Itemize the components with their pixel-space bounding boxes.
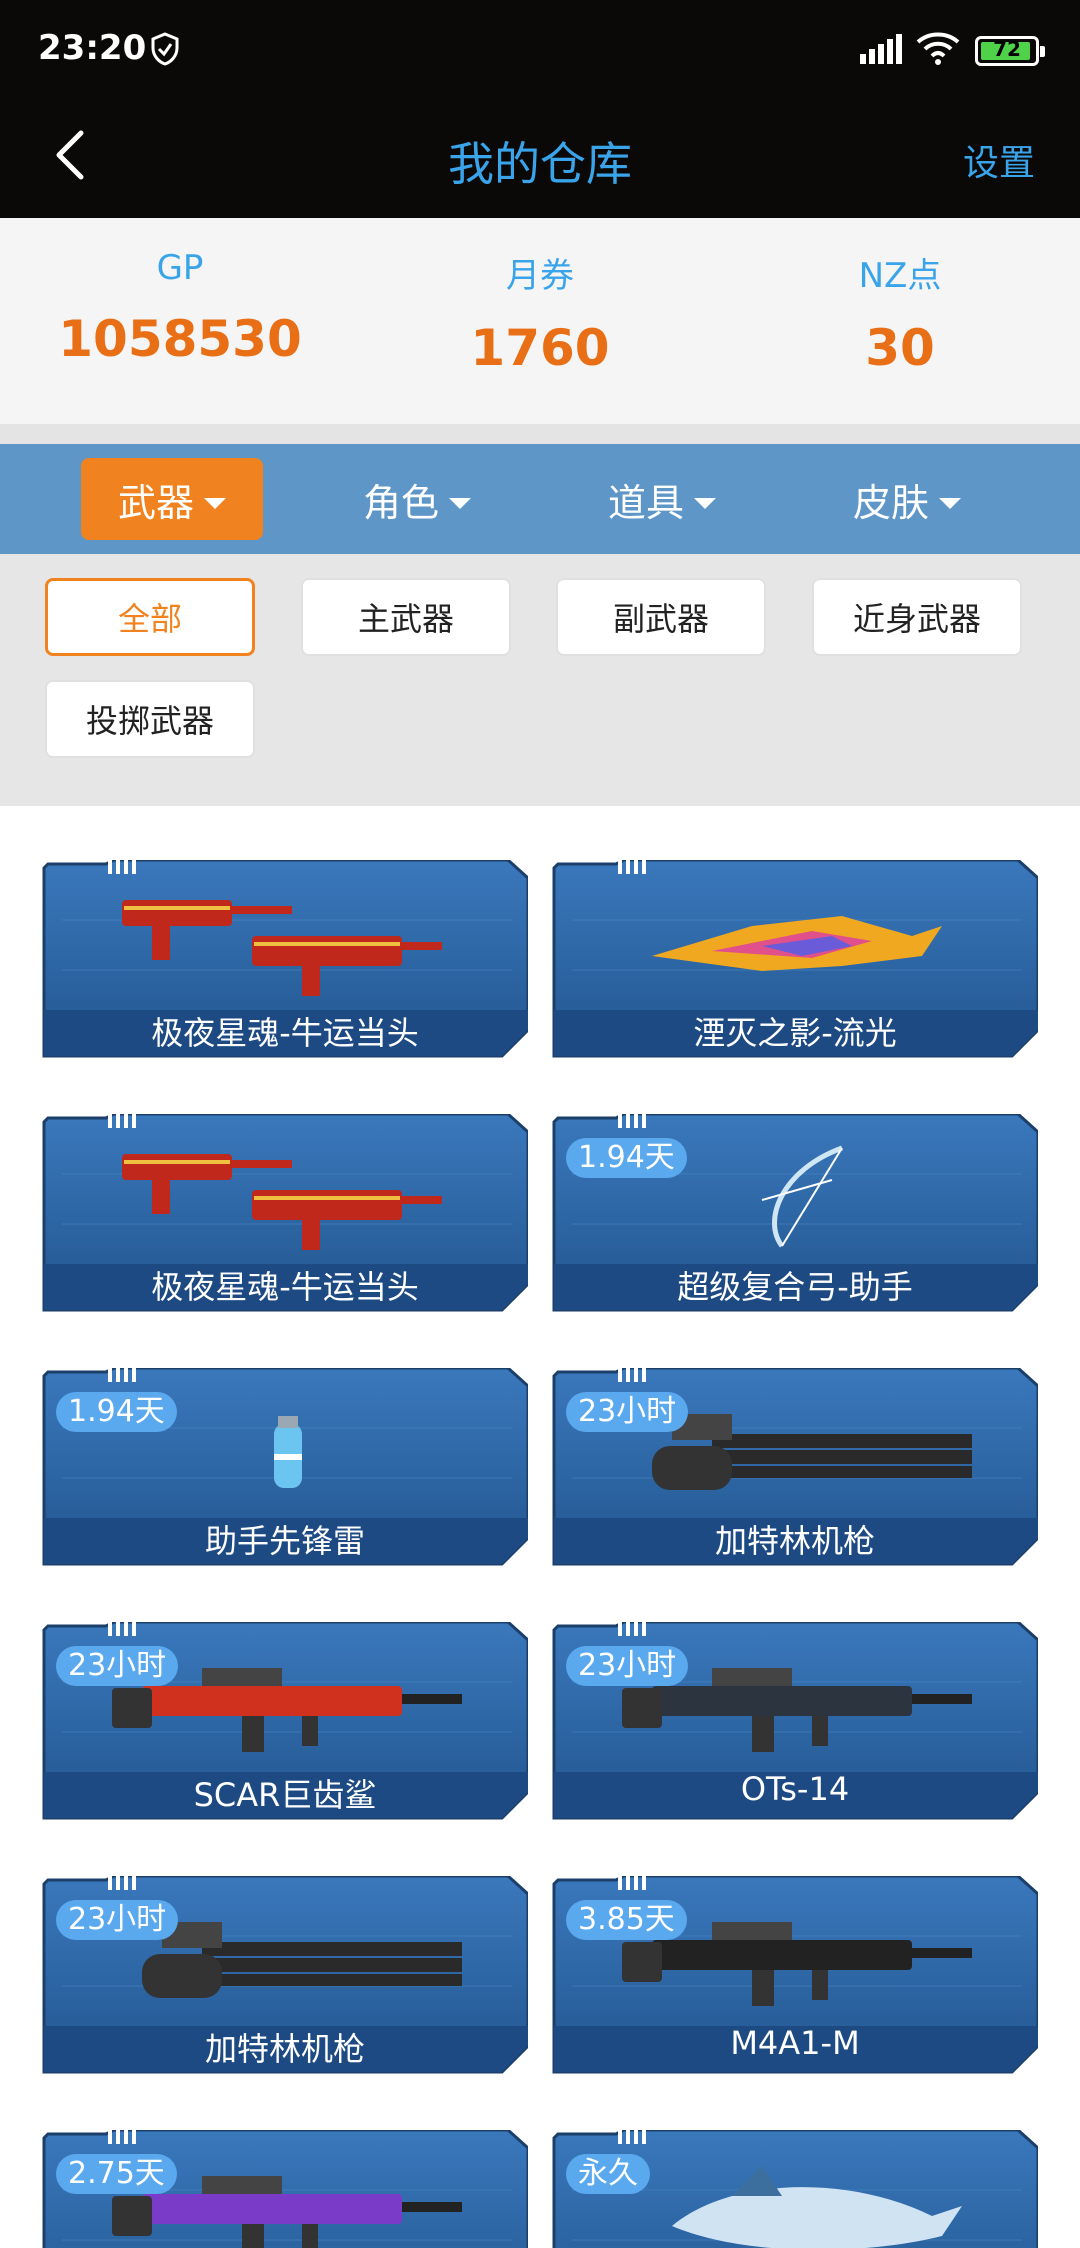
item-card[interactable]: 极夜星魂-牛运当头 <box>42 860 528 1058</box>
item-name: OTs-14 <box>740 1770 850 1808</box>
category-tabs: 武器 角色 道具 皮肤 <box>0 444 1080 554</box>
currency-label: NZ点 <box>858 256 942 296</box>
item-card[interactable]: 23小时 SCAR巨齿鲨 <box>42 1622 528 1820</box>
currency-label: 月券 <box>506 256 574 296</box>
item-name: SCAR巨齿鲨 <box>193 1776 377 1814</box>
currency-voucher: 月券 1760 <box>360 248 720 377</box>
item-name: 极夜星魂-牛运当头 <box>151 1014 419 1052</box>
item-card[interactable]: 23小时加特林机枪 <box>552 1368 1038 1566</box>
item-card[interactable]: 2.75天 <box>42 2130 528 2248</box>
duration-badge: 23小时 <box>566 1646 689 1686</box>
item-card[interactable]: 1.94天超级复合弓-助手 <box>552 1114 1038 1312</box>
caret-down-icon <box>449 497 471 509</box>
caret-down-icon <box>694 497 716 509</box>
item-card[interactable]: 极夜星魂-牛运当头 <box>42 1114 528 1312</box>
duration-badge: 23小时 <box>566 1392 689 1432</box>
item-name: 超级复合弓-助手 <box>677 1268 913 1306</box>
filter-melee-button[interactable]: 近身武器 <box>812 578 1022 656</box>
tab-items[interactable]: 道具 <box>571 458 753 540</box>
currency-nz: NZ点 30 <box>720 248 1080 377</box>
item-card[interactable]: 1.94天助手先锋雷 <box>42 1368 528 1566</box>
item-name: 湮灭之影-流光 <box>693 1014 897 1052</box>
item-grid: 极夜星魂-牛运当头 湮灭之影-流光 极夜星魂-牛运当头 1.94天 超级复合弓-… <box>0 806 1080 2248</box>
item-card[interactable]: 3.85天 M4A1-M <box>552 1876 1038 2074</box>
tab-characters[interactable]: 角色 <box>326 458 508 540</box>
currency-value: 1058530 <box>58 310 302 368</box>
battery-icon: 72 <box>975 36 1045 66</box>
tab-skins[interactable]: 皮肤 <box>816 458 998 540</box>
currency-panel: GP 1058530 月券 1760 NZ点 30 <box>0 218 1080 424</box>
signal-icon <box>860 34 904 68</box>
subcategory-filter: 全部 主武器 副武器 近身武器 投掷武器 <box>0 554 1080 806</box>
item-name: 助手先锋雷 <box>204 1522 365 1560</box>
item-card[interactable]: 23小时 OTs-14 <box>552 1622 1038 1820</box>
tab-weapons[interactable]: 武器 <box>81 458 263 540</box>
duration-badge: 2.75天 <box>56 2154 177 2194</box>
caret-down-icon <box>939 497 961 509</box>
currency-gp: GP 1058530 <box>0 248 360 368</box>
filter-throwable-button[interactable]: 投掷武器 <box>45 680 255 758</box>
shield-icon <box>150 32 180 70</box>
item-card[interactable]: 永久 <box>552 2130 1038 2248</box>
duration-badge: 永久 <box>566 2154 650 2194</box>
duration-badge: 1.94天 <box>566 1138 687 1178</box>
tab-label: 道具 <box>607 480 684 525</box>
smg-icon <box>102 886 472 996</box>
caret-down-icon <box>204 497 226 509</box>
item-name: 极夜星魂-牛运当头 <box>151 1268 419 1306</box>
wifi-icon <box>915 30 961 70</box>
tab-label: 角色 <box>362 480 439 525</box>
duration-badge: 3.85天 <box>566 1900 687 1940</box>
item-name: 加特林机枪 <box>714 1522 875 1560</box>
tab-label: 武器 <box>117 480 194 525</box>
page-title: 我的仓库 <box>448 137 632 191</box>
smg-icon <box>102 1140 472 1250</box>
currency-label: GP <box>156 248 204 288</box>
item-card[interactable]: 23小时加特林机枪 <box>42 1876 528 2074</box>
filter-primary-button[interactable]: 主武器 <box>301 578 511 656</box>
filter-all-button[interactable]: 全部 <box>45 578 255 656</box>
tab-label: 皮肤 <box>852 480 929 525</box>
shark-icon <box>612 2156 982 2248</box>
currency-value: 30 <box>865 319 935 377</box>
nav-bar: 我的仓库 设置 <box>0 100 1080 218</box>
status-bar: 23:20 72 <box>0 0 1080 100</box>
blade-icon <box>612 886 982 996</box>
settings-button[interactable]: 设置 <box>963 134 1035 186</box>
divider <box>0 424 1080 444</box>
currency-value: 1760 <box>470 319 610 377</box>
item-name: M4A1-M <box>730 2024 860 2062</box>
item-card[interactable]: 湮灭之影-流光 <box>552 860 1038 1058</box>
battery-level: 72 <box>993 37 1021 61</box>
duration-badge: 1.94天 <box>56 1392 177 1432</box>
status-time: 23:20 <box>38 28 147 68</box>
duration-badge: 23小时 <box>56 1900 179 1940</box>
duration-badge: 23小时 <box>56 1646 179 1686</box>
item-name: 加特林机枪 <box>204 2030 365 2068</box>
filter-secondary-button[interactable]: 副武器 <box>556 578 766 656</box>
